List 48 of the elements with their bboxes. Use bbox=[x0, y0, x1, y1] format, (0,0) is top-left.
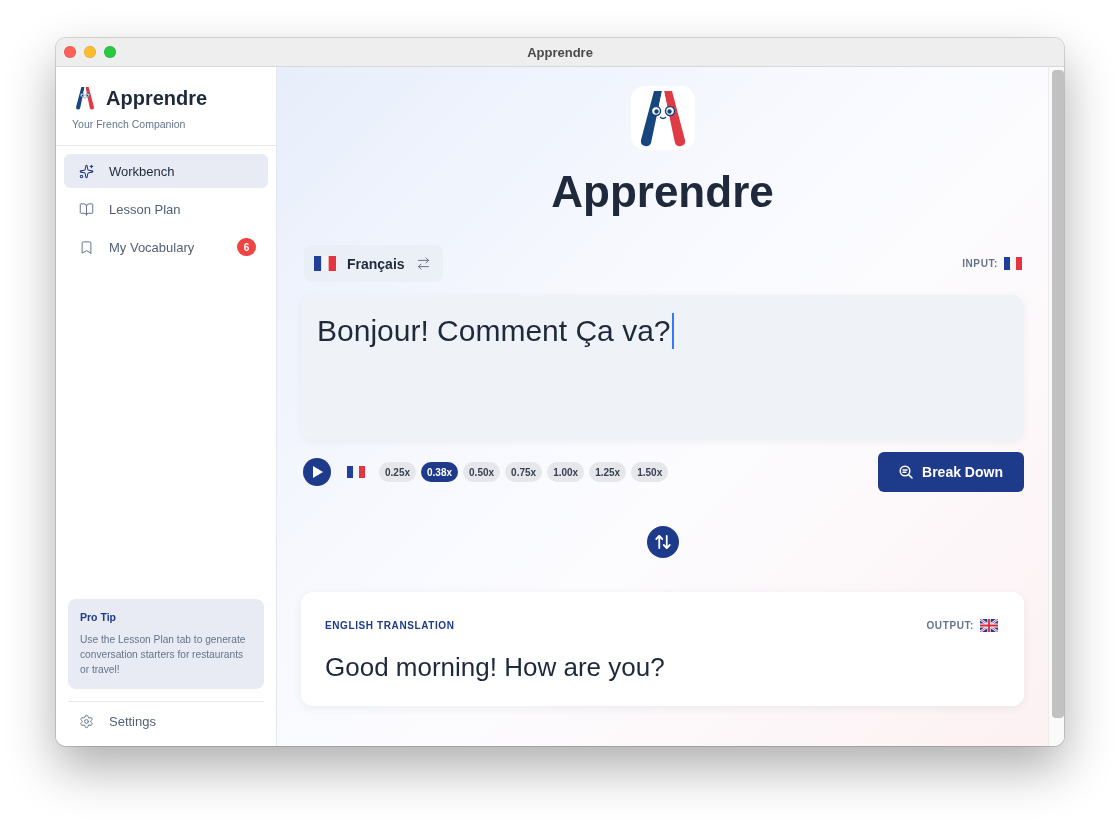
text-input-field[interactable]: Bonjour! Comment Ça va? bbox=[301, 295, 1024, 440]
settings-label: Settings bbox=[109, 714, 156, 729]
french-flag-icon bbox=[1004, 257, 1022, 270]
sidebar-item-label: Workbench bbox=[109, 163, 176, 179]
sidebar-item[interactable]: My Vocabulary 6 bbox=[64, 230, 268, 264]
search-icon bbox=[899, 465, 914, 479]
speed-option[interactable]: 0.50x bbox=[463, 462, 501, 482]
brand-tagline: Your French Companion bbox=[72, 118, 187, 130]
play-button[interactable] bbox=[303, 458, 331, 486]
swap-icon bbox=[415, 256, 431, 271]
window-title: Apprendre bbox=[527, 44, 593, 60]
input-label: INPUT: bbox=[962, 258, 998, 269]
maximize-button[interactable] bbox=[104, 46, 116, 58]
speed-option[interactable]: 1.25x bbox=[589, 462, 627, 482]
tip-title: Pro Tip bbox=[80, 611, 117, 623]
sidebar-item[interactable]: Lesson Plan bbox=[64, 192, 268, 226]
app-logo-icon bbox=[630, 86, 695, 150]
settings-item[interactable]: Settings bbox=[56, 702, 276, 746]
output-label: OUTPUT: bbox=[926, 619, 974, 631]
close-button[interactable] bbox=[64, 46, 76, 58]
book-icon bbox=[79, 201, 94, 217]
speed-option[interactable]: 0.38x bbox=[421, 462, 459, 482]
language-selector[interactable]: Français bbox=[304, 245, 443, 282]
break-down-button[interactable]: Break Down bbox=[878, 452, 1024, 492]
translation-text: Good morning! How are you? bbox=[325, 651, 666, 683]
brand-name: Apprendre bbox=[106, 86, 208, 110]
bookmark-icon bbox=[79, 239, 94, 255]
speed-option[interactable]: 1.50x bbox=[631, 462, 669, 482]
count-badge: 6 bbox=[237, 238, 256, 256]
minimize-button[interactable] bbox=[84, 46, 96, 58]
play-icon bbox=[311, 466, 323, 478]
tip-text: Use the Lesson Plan tab to generate conversation starters for restaurants or travel! bbox=[80, 633, 247, 677]
speed-option[interactable]: 1.00x bbox=[547, 462, 585, 482]
translation-heading: ENGLISH TRANSLATION bbox=[325, 619, 455, 631]
swap-languages-button[interactable] bbox=[646, 526, 679, 558]
sparkles-icon bbox=[79, 163, 94, 179]
sidebar-item-label: My Vocabulary bbox=[109, 239, 196, 255]
speed-option[interactable]: 0.75x bbox=[505, 462, 543, 482]
sidebar-item-label: Lesson Plan bbox=[109, 201, 182, 217]
speed-option[interactable]: 0.25x bbox=[379, 462, 417, 482]
app-title: Apprendre bbox=[551, 166, 774, 218]
scrollbar-thumb[interactable] bbox=[1052, 70, 1064, 718]
uk-flag-icon bbox=[980, 618, 998, 632]
french-flag-icon bbox=[314, 256, 336, 271]
up-down-arrows-icon bbox=[653, 533, 672, 551]
sidebar-item[interactable]: Workbench bbox=[64, 154, 268, 188]
french-flag-icon bbox=[347, 466, 365, 478]
settings-icon bbox=[79, 714, 94, 729]
